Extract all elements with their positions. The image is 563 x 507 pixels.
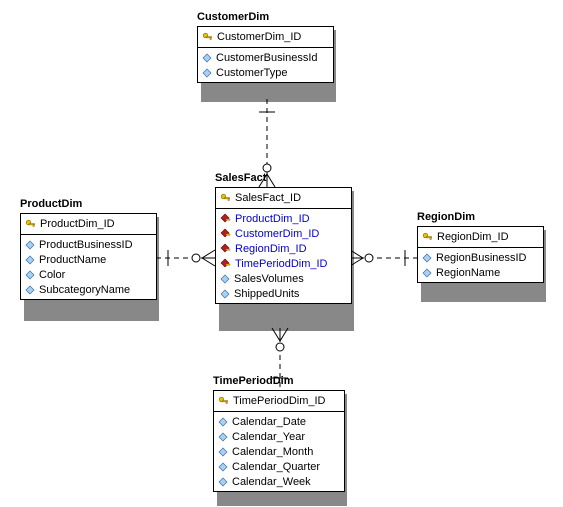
sales-fk-row: RegionDim_ID	[216, 241, 351, 256]
diamond-icon	[218, 432, 228, 442]
sales-fk-row: TimePeriodDim_ID	[216, 256, 351, 271]
customer-title: CustomerDim	[197, 11, 269, 23]
key-icon	[422, 232, 433, 243]
attr-label: CustomerBusinessId	[216, 52, 318, 64]
diamond-icon	[25, 270, 35, 280]
diamond-icon	[422, 268, 432, 278]
sales-fk-row: ProductDim_ID	[216, 211, 351, 226]
entity-customer: CustomerDim_ID CustomerBusinessId Custom…	[197, 26, 334, 83]
key-icon	[25, 219, 36, 230]
fk-icon	[220, 228, 231, 239]
product-attr-row: SubcategoryName	[21, 282, 156, 297]
sales-fk-row: CustomerDim_ID	[216, 226, 351, 241]
attr-label: ProductName	[39, 254, 106, 266]
fk-label: TimePeriodDim_ID	[235, 258, 328, 270]
product-pk-label: ProductDim_ID	[40, 218, 115, 230]
attr-label: ProductBusinessID	[39, 239, 133, 251]
fk-icon	[220, 213, 231, 224]
customer-pk-row: CustomerDim_ID	[198, 27, 333, 48]
attr-label: SalesVolumes	[234, 273, 304, 285]
product-attr-row: Color	[21, 267, 156, 282]
product-attr-row: ProductName	[21, 252, 156, 267]
customer-attr-row: CustomerType	[198, 65, 333, 80]
region-attr-row: RegionName	[418, 265, 543, 280]
attr-label: Calendar_Date	[232, 416, 306, 428]
time-pk-label: TimePeriodDim_ID	[233, 395, 326, 407]
attr-label: Calendar_Year	[232, 431, 305, 443]
attr-label: Color	[39, 269, 65, 281]
attr-label: ShippedUnits	[234, 288, 299, 300]
sales-pk-label: SalesFact_ID	[235, 192, 301, 204]
diamond-icon	[202, 68, 212, 78]
region-pk-row: RegionDim_ID	[418, 227, 543, 248]
sales-attr-row: ShippedUnits	[216, 286, 351, 301]
product-attr-row: ProductBusinessID	[21, 237, 156, 252]
attr-label: Calendar_Quarter	[232, 461, 320, 473]
time-pk-row: TimePeriodDim_ID	[214, 391, 344, 412]
diamond-icon	[202, 53, 212, 63]
diamond-icon	[220, 274, 230, 284]
diamond-icon	[218, 462, 228, 472]
attr-label: Calendar_Month	[232, 446, 313, 458]
time-title: TimePeriodDim	[213, 375, 294, 387]
attr-label: Calendar_Week	[232, 476, 311, 488]
time-attr-row: Calendar_Date	[214, 414, 344, 429]
diamond-icon	[218, 417, 228, 427]
diamond-icon	[25, 240, 35, 250]
time-attr-row: Calendar_Month	[214, 444, 344, 459]
customer-attr-row: CustomerBusinessId	[198, 50, 333, 65]
time-attr-row: Calendar_Quarter	[214, 459, 344, 474]
entity-sales: SalesFact_ID ProductDim_ID CustomerDim_I…	[215, 187, 352, 304]
diamond-icon	[25, 285, 35, 295]
region-attr-row: RegionBusinessID	[418, 250, 543, 265]
sales-pk-row: SalesFact_ID	[216, 188, 351, 209]
diamond-icon	[25, 255, 35, 265]
fk-label: ProductDim_ID	[235, 213, 310, 225]
diamond-icon	[220, 289, 230, 299]
time-attr-row: Calendar_Week	[214, 474, 344, 489]
diamond-icon	[422, 253, 432, 263]
attr-label: RegionName	[436, 267, 500, 279]
entity-product: ProductDim_ID ProductBusinessID ProductN…	[20, 213, 157, 300]
region-title: RegionDim	[417, 211, 475, 223]
entity-time: TimePeriodDim_ID Calendar_Date Calendar_…	[213, 390, 345, 492]
key-icon	[202, 32, 213, 43]
region-pk-label: RegionDim_ID	[437, 231, 509, 243]
attr-label: CustomerType	[216, 67, 288, 79]
sales-title: SalesFact	[215, 172, 266, 184]
rel-product-sales	[156, 250, 215, 266]
key-icon	[220, 193, 231, 204]
attr-label: SubcategoryName	[39, 284, 130, 296]
fk-label: RegionDim_ID	[235, 243, 307, 255]
diamond-icon	[218, 477, 228, 487]
fk-icon	[220, 258, 231, 269]
diamond-icon	[218, 447, 228, 457]
time-attr-row: Calendar_Year	[214, 429, 344, 444]
customer-pk-label: CustomerDim_ID	[217, 31, 301, 43]
key-icon	[218, 396, 229, 407]
product-title: ProductDim	[20, 198, 82, 210]
fk-label: CustomerDim_ID	[235, 228, 319, 240]
attr-label: RegionBusinessID	[436, 252, 527, 264]
rel-region-sales	[350, 250, 417, 266]
entity-region: RegionDim_ID RegionBusinessID RegionName	[417, 226, 544, 283]
product-pk-row: ProductDim_ID	[21, 214, 156, 235]
fk-icon	[220, 243, 231, 254]
sales-attr-row: SalesVolumes	[216, 271, 351, 286]
